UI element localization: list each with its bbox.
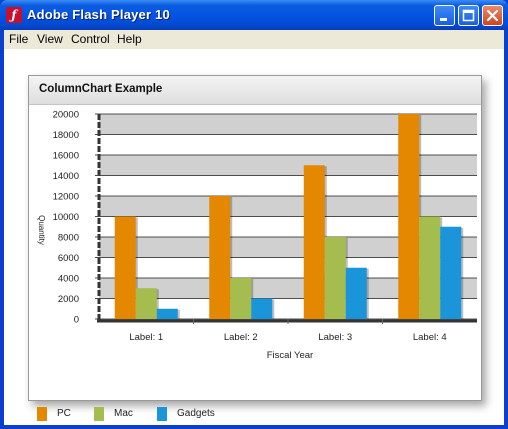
x-axis-title: Fiscal Year: [267, 350, 313, 361]
bar-pc: [398, 114, 420, 319]
menu-bar: File View Control Help: [4, 30, 504, 49]
x-tick-label: Label: 3: [318, 332, 352, 343]
bar-pc: [114, 216, 136, 319]
close-button[interactable]: [482, 5, 503, 26]
legend-swatch-pc: [37, 407, 47, 421]
bar-mac: [324, 237, 346, 319]
chart-panel: ColumnChart Example 20000 18000 16000 14000…: [28, 75, 482, 421]
maximize-button[interactable]: [458, 5, 479, 26]
y-tick-label: 18000: [53, 130, 79, 141]
y-tick-label: 16000: [53, 151, 79, 162]
bar-pc: [209, 196, 231, 319]
panel-title: ColumnChart Example: [39, 83, 163, 95]
bar-pc: [303, 165, 325, 319]
y-tick-label: 14000: [53, 171, 79, 182]
menu-view[interactable]: View: [37, 32, 63, 46]
flash-player-icon: ƒ: [6, 7, 22, 23]
minimize-button[interactable]: [434, 5, 455, 26]
window-title: Adobe Flash Player 10: [27, 7, 170, 22]
y-tick-label: 0: [74, 315, 79, 326]
legend-label-pc: PC: [57, 408, 71, 419]
minimize-icon: [440, 18, 447, 21]
y-tick-label: 12000: [53, 192, 79, 203]
bar-gadgets: [440, 226, 462, 319]
x-tick-label: Label: 2: [224, 332, 258, 343]
menu-control[interactable]: Control: [71, 32, 110, 46]
y-axis-title: Quantity: [37, 215, 46, 245]
legend-label-mac: Mac: [114, 408, 133, 419]
y-tick-label: 8000: [58, 233, 79, 244]
menu-help[interactable]: Help: [117, 32, 142, 46]
menu-file[interactable]: File: [9, 32, 28, 46]
bar-mac: [135, 288, 157, 319]
legend-swatch-gadgets: [157, 407, 167, 421]
bar-mac: [419, 216, 441, 319]
y-tick-label: 20000: [53, 110, 79, 121]
legend-swatch-mac: [94, 407, 104, 421]
bar-gadgets: [251, 298, 273, 319]
bar-mac: [230, 278, 252, 319]
title-bar[interactable]: ƒ Adobe Flash Player 10: [0, 0, 508, 30]
y-tick-label: 10000: [53, 212, 79, 223]
column-chart: 2000018000160001400012000100008000600040…: [37, 110, 477, 361]
panel-header: ColumnChart Example: [29, 76, 481, 105]
y-tick-label: 6000: [58, 253, 79, 264]
y-tick-label: 2000: [58, 294, 79, 305]
x-tick-label: Label: 4: [413, 332, 447, 343]
bar-gadgets: [156, 308, 178, 319]
maximize-icon: [462, 9, 475, 22]
close-icon: [486, 9, 499, 22]
x-tick-label: Label: 1: [129, 332, 163, 343]
application-window: ƒ Adobe Flash Player 10 File View Contro…: [0, 0, 508, 429]
y-tick-label: 4000: [58, 274, 79, 285]
bar-gadgets: [345, 267, 367, 319]
flash-content-area: ColumnChart Example 20000 18000 16000 14000…: [4, 49, 504, 425]
legend-label-gadgets: Gadgets: [177, 408, 215, 419]
